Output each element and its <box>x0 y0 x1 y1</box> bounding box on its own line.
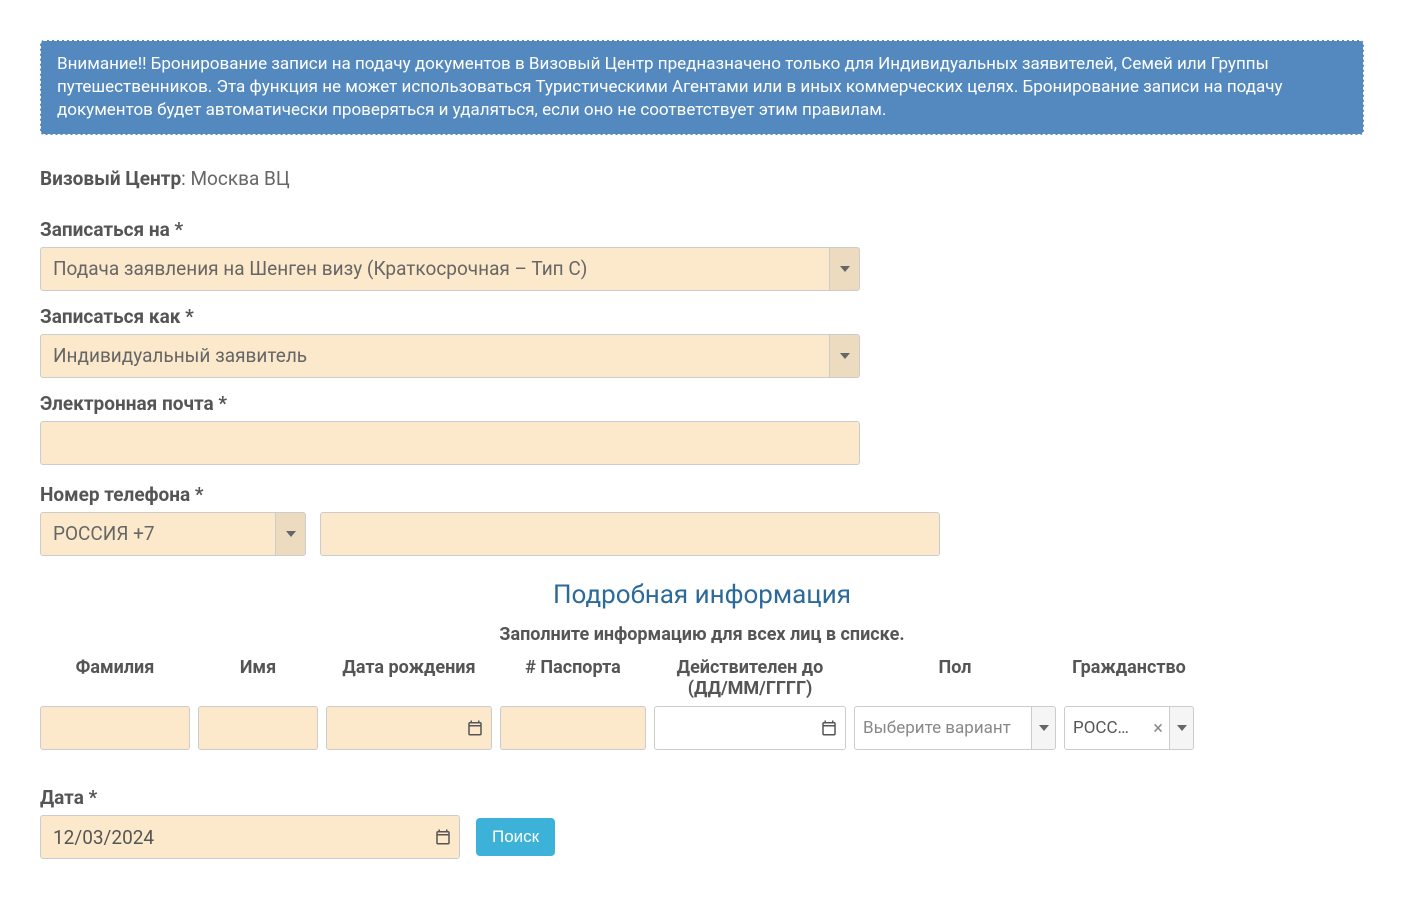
date-search-row: Дата * Поиск <box>40 786 1364 859</box>
date-field[interactable] <box>40 815 460 859</box>
citizenship-select[interactable]: РОСС… × <box>1064 706 1194 750</box>
signup-as-select[interactable]: Индивидуальный заявитель <box>40 334 860 378</box>
signup-as-value: Индивидуальный заявитель <box>41 335 829 377</box>
passport-field[interactable] <box>500 706 646 750</box>
citizenship-value: РОСС… <box>1065 707 1147 749</box>
phone-country-select[interactable]: РОССИЯ +7 <box>40 512 306 556</box>
visa-center-value: : Москва ВЦ <box>181 167 290 190</box>
visa-center-row: Визовый Центр: Москва ВЦ <box>40 167 1364 190</box>
caret-down-icon <box>286 531 296 537</box>
name-field[interactable] <box>198 706 318 750</box>
phone-label: Номер телефона * <box>40 483 1364 506</box>
signup-for-caret[interactable] <box>829 248 859 290</box>
col-citizen: Гражданство <box>1064 657 1194 706</box>
caret-down-icon <box>840 266 850 272</box>
citizenship-caret[interactable] <box>1169 707 1193 749</box>
details-subtitle: Заполните информацию для всех лиц в спис… <box>40 624 1364 645</box>
gender-caret[interactable] <box>1031 707 1055 749</box>
phone-group: Номер телефона * РОССИЯ +7 <box>40 483 1364 556</box>
valid-until-field[interactable] <box>654 706 846 750</box>
caret-down-icon <box>1039 725 1049 731</box>
col-name: Имя <box>198 657 318 706</box>
email-label: Электронная почта * <box>40 392 1364 415</box>
col-dob: Дата рождения <box>326 657 492 706</box>
close-icon: × <box>1153 718 1163 739</box>
phone-field[interactable] <box>320 512 940 556</box>
phone-country-value: РОССИЯ +7 <box>41 513 275 555</box>
citizenship-clear[interactable]: × <box>1147 707 1169 749</box>
phone-country-caret[interactable] <box>275 513 305 555</box>
visa-center-label: Визовый Центр <box>40 167 181 190</box>
gender-placeholder: Выберите вариант <box>855 707 1031 749</box>
signup-for-value: Подача заявления на Шенген визу (Краткос… <box>41 248 829 290</box>
signup-for-group: Записаться на * Подача заявления на Шенг… <box>40 218 1364 291</box>
dob-field[interactable] <box>326 706 492 750</box>
caret-down-icon <box>1177 725 1187 731</box>
table-header: Фамилия Имя Дата рождения # Паспорта Дей… <box>40 657 1364 706</box>
signup-as-group: Записаться как * Индивидуальный заявител… <box>40 305 1364 378</box>
signup-as-label: Записаться как * <box>40 305 1364 328</box>
signup-for-select[interactable]: Подача заявления на Шенген визу (Краткос… <box>40 247 860 291</box>
col-valid: Действителен до (ДД/ММ/ГГГГ) <box>654 657 846 706</box>
warning-banner: Внимание!! Бронирование записи на подачу… <box>40 40 1364 135</box>
signup-as-caret[interactable] <box>829 335 859 377</box>
date-label: Дата * <box>40 786 460 809</box>
col-surname: Фамилия <box>40 657 190 706</box>
surname-field[interactable] <box>40 706 190 750</box>
col-passport: # Паспорта <box>500 657 646 706</box>
warning-text: Внимание!! Бронирование записи на подачу… <box>57 54 1283 120</box>
person-table: Фамилия Имя Дата рождения # Паспорта Дей… <box>40 657 1364 750</box>
gender-select[interactable]: Выберите вариант <box>854 706 1056 750</box>
email-field[interactable] <box>40 421 860 465</box>
table-row: Выберите вариант РОСС… × <box>40 706 1364 750</box>
col-gender: Пол <box>854 657 1056 706</box>
details-title: Подробная информация <box>40 580 1364 610</box>
caret-down-icon <box>840 353 850 359</box>
email-group: Электронная почта * <box>40 392 1364 479</box>
search-button[interactable]: Поиск <box>476 818 555 856</box>
signup-for-label: Записаться на * <box>40 218 1364 241</box>
